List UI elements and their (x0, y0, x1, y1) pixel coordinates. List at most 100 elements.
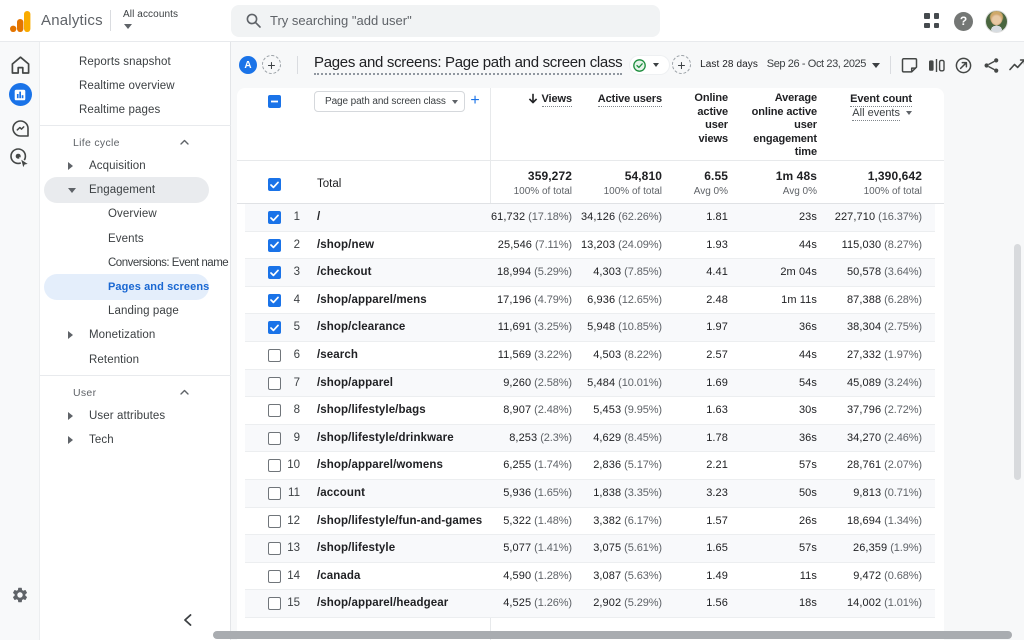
event-count-cell: 227,710 (16.37%) (835, 204, 922, 231)
nav-section-life-cycle[interactable]: Life cycle (44, 131, 225, 155)
avg-time-cell: 44s (799, 232, 817, 259)
online-views-cell: 2.21 (706, 452, 728, 479)
views-cell: 8,907 (2.48%) (503, 397, 572, 424)
nav-item-label: Landing page (108, 305, 179, 317)
select-all-checkbox[interactable] (268, 95, 281, 108)
row-checkbox[interactable] (268, 487, 281, 500)
row-checkbox-checked[interactable] (268, 211, 281, 224)
row-checkbox-checked[interactable] (268, 239, 281, 252)
totals-event-count: 1,390,642100% of total (864, 169, 922, 197)
rail-home-icon[interactable] (0, 56, 40, 74)
views-cell: 11,691 (3.25%) (498, 314, 572, 341)
customize-report-button[interactable]: + (672, 55, 691, 74)
avatar[interactable] (985, 10, 1008, 33)
page-path-cell: /shop/lifestyle/fun-and-games (317, 508, 482, 535)
table-row: 14/canada4,590 (1.28%)3,087 (5.63%)1.491… (245, 563, 935, 591)
views-cell: 11,569 (3.22%) (498, 342, 572, 369)
horizontal-scrollbar[interactable] (213, 631, 1012, 639)
page-path-cell: / (317, 204, 320, 231)
collapsed-arrow-icon[interactable] (68, 162, 73, 170)
report-title[interactable]: Pages and screens: Page path and screen … (314, 54, 622, 75)
row-checkbox-checked[interactable] (268, 294, 281, 307)
nav-item-user-attributes[interactable]: User attributes (44, 403, 231, 429)
nav-item-conversions-event-name[interactable]: Conversions: Event name (44, 250, 231, 276)
row-checkbox[interactable] (268, 459, 281, 472)
avg-time-cell: 44s (799, 342, 817, 369)
nav-item-pages-and-screens[interactable]: Pages and screens (44, 274, 209, 300)
table-body: 1/61,732 (17.18%)34,126 (62.26%)1.8123s2… (245, 204, 935, 618)
nav-item-retention[interactable]: Retention (44, 347, 231, 373)
column-header-event-count[interactable]: Event count (850, 93, 912, 107)
column-header-avg-engagement-time[interactable]: Averageonline activeuserengagementtime (752, 92, 817, 160)
explore-link-icon[interactable] (955, 57, 972, 74)
add-dimension-button[interactable]: + (464, 90, 486, 112)
row-checkbox-checked[interactable] (268, 321, 281, 334)
collapse-nav-button[interactable] (175, 608, 199, 632)
nav-item-landing-page[interactable]: Landing page (44, 298, 231, 324)
row-index: 5 (294, 314, 300, 341)
online-header-line: active (694, 106, 728, 120)
row-checkbox-checked[interactable] (268, 266, 281, 279)
rail-reports-icon[interactable] (0, 83, 40, 106)
rail-explore-icon[interactable] (0, 119, 40, 138)
nav-item-tech[interactable]: Tech (44, 427, 231, 453)
account-picker[interactable]: All accounts (123, 9, 178, 29)
row-checkbox[interactable] (268, 432, 281, 445)
share-icon[interactable] (983, 57, 1000, 74)
nav-item-events[interactable]: Events (44, 226, 231, 252)
admin-gear-icon[interactable] (11, 586, 29, 604)
column-header-views[interactable]: Views (528, 93, 573, 107)
totals-checkbox[interactable] (268, 178, 281, 191)
online-views-cell: 1.65 (706, 535, 728, 562)
row-checkbox[interactable] (268, 542, 281, 555)
row-checkbox[interactable] (268, 597, 281, 610)
analytics-logo-icon[interactable] (10, 10, 32, 32)
avg-time-cell: 54s (799, 370, 817, 397)
row-checkbox[interactable] (268, 349, 281, 362)
nav-item-overview[interactable]: Overview (44, 201, 231, 227)
collapsed-arrow-icon[interactable] (68, 436, 73, 444)
row-index: 15 (287, 590, 300, 617)
expanded-arrow-icon[interactable] (68, 188, 76, 193)
row-checkbox[interactable] (268, 404, 281, 417)
nav-item-engagement[interactable]: Engagement (44, 177, 209, 203)
section-collapse-icon[interactable] (180, 389, 189, 395)
event-count-cell: 37,796 (2.72%) (847, 397, 922, 424)
avg-header-line: Average (752, 92, 817, 106)
nav-section-user[interactable]: User (44, 381, 225, 405)
help-icon[interactable]: ? (954, 12, 973, 31)
report-status-badge[interactable] (630, 56, 669, 74)
search-bar[interactable]: Try searching "add user" (231, 5, 660, 37)
row-checkbox[interactable] (268, 570, 281, 583)
compare-icon[interactable] (928, 57, 945, 74)
diagnostics-grid-icon[interactable] (924, 13, 940, 29)
dimension-selector[interactable]: Page path and screen class (314, 91, 465, 112)
rail-advertising-icon[interactable] (0, 147, 40, 169)
nav-item-acquisition[interactable]: Acquisition (44, 153, 231, 179)
event-count-cell: 115,030 (8.27%) (842, 232, 922, 259)
nav-item-monetization[interactable]: Monetization (44, 322, 231, 348)
nav-item-realtime-pages[interactable]: Realtime pages (44, 97, 231, 123)
collapsed-arrow-icon[interactable] (68, 331, 73, 339)
row-checkbox[interactable] (268, 377, 281, 390)
online-views-cell: 1.93 (706, 232, 728, 259)
row-index: 13 (287, 535, 300, 562)
column-header-active-users[interactable]: Active users (598, 93, 662, 107)
note-icon[interactable] (901, 57, 918, 74)
row-checkbox[interactable] (268, 515, 281, 528)
insights-icon[interactable] (1009, 57, 1024, 74)
totals-online: 6.55Avg 0% (694, 169, 728, 197)
views-cell: 18,994 (5.29%) (497, 259, 572, 286)
online-views-cell: 4.41 (706, 259, 728, 286)
add-comparison-button[interactable]: + (262, 55, 281, 74)
section-collapse-icon[interactable] (180, 139, 189, 145)
column-header-online-active-user-views[interactable]: Onlineactiveuserviews (694, 92, 728, 146)
date-range-value[interactable]: Sep 26 - Oct 23, 2025 (767, 58, 866, 70)
nav-item-reports-snapshot[interactable]: Reports snapshot (44, 49, 231, 75)
event-filter-dropdown[interactable]: All events (852, 107, 912, 119)
page-path-cell: /search (317, 342, 358, 369)
vertical-scrollbar[interactable] (1014, 244, 1021, 480)
nav-item-realtime-overview[interactable]: Realtime overview (44, 73, 231, 99)
property-badge[interactable]: A (239, 56, 257, 74)
collapsed-arrow-icon[interactable] (68, 412, 73, 420)
